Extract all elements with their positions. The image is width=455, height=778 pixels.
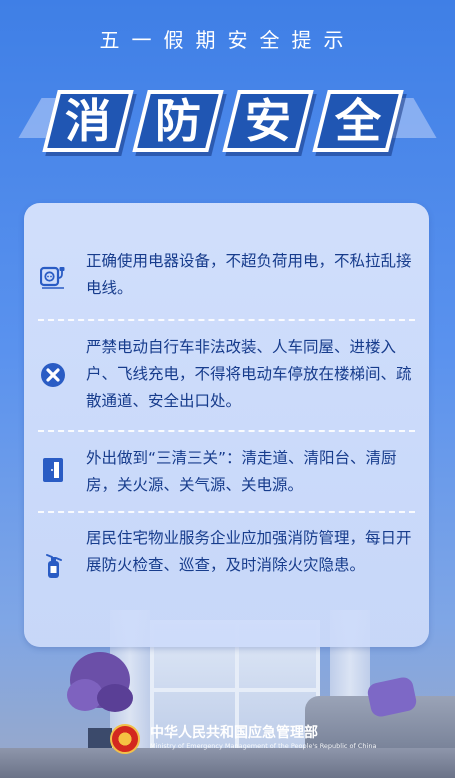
- socket-plug-icon: [40, 266, 65, 289]
- tip-text: 严禁电动自行车非法改装、人车同屋、进楼入户、飞线充电，不得将电动车停放在楼梯间、…: [86, 338, 412, 410]
- dashed-divider: [38, 511, 415, 513]
- footer: 中华人民共和国应急管理部 Ministry of Emergency Manag…: [110, 720, 376, 760]
- ministry-name: 中华人民共和国应急管理部: [150, 725, 318, 741]
- cross-circle-icon: [41, 363, 65, 387]
- title-char: 安: [245, 94, 291, 148]
- tip-text: 正确使用电器设备，不超负荷用电，不私拉乱接电线。: [86, 252, 412, 297]
- page-subtitle: 五一假期安全提示: [99, 28, 356, 52]
- dashed-divider: [38, 319, 415, 321]
- dashed-divider: [38, 430, 415, 432]
- tip-text: 外出做到“三清三关”：清走道、清阳台、清厨房，关火源、关气源、关电源。: [86, 449, 397, 494]
- title-char: 全: [335, 94, 381, 148]
- ministry-name-en: Ministry of Emergency Management of the …: [150, 742, 377, 750]
- tips-card: 正确使用电器设备，不超负荷用电，不私拉乱接电线。 严禁电动自行车非法改装、人车同…: [24, 203, 429, 647]
- national-emblem-logo: [110, 724, 140, 754]
- tip-text: 居民住宅物业服务企业应加强消防管理，每日开展防火检查、巡查，及时消除火灾隐患。: [86, 529, 412, 574]
- title-char: 消: [65, 94, 111, 148]
- title-char: 防: [155, 94, 201, 148]
- title-banner: 消 防 安 全: [18, 90, 437, 160]
- fire-extinguisher-icon: [46, 554, 62, 578]
- door-icon: [43, 458, 63, 482]
